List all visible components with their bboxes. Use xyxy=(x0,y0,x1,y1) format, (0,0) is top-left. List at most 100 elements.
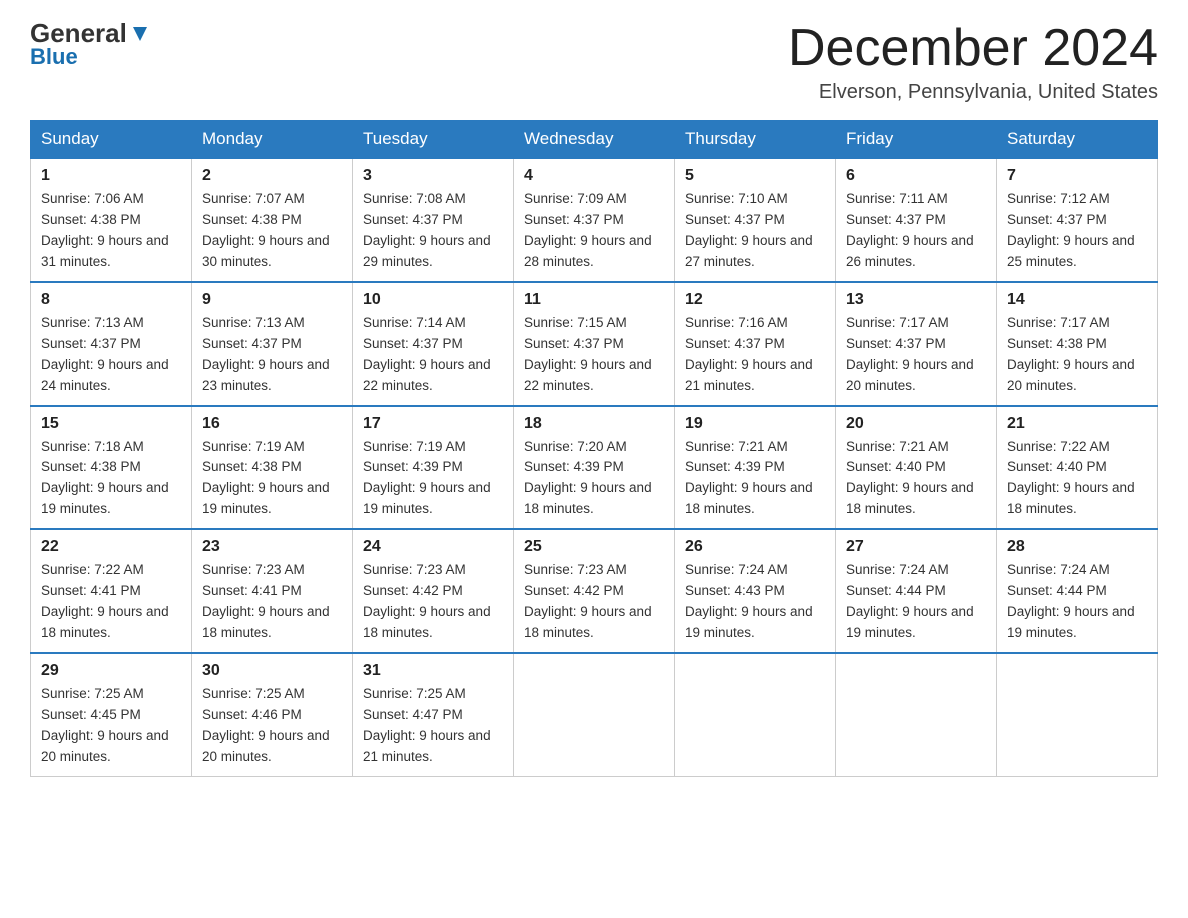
calendar-day-11: 11Sunrise: 7:15 AMSunset: 4:37 PMDayligh… xyxy=(514,282,675,406)
day-number: 18 xyxy=(524,415,664,433)
day-number: 27 xyxy=(846,538,986,556)
title-block: December 2024 Elverson, Pennsylvania, Un… xyxy=(788,20,1158,104)
day-info: Sunrise: 7:22 AMSunset: 4:41 PMDaylight:… xyxy=(41,560,181,644)
day-info: Sunrise: 7:09 AMSunset: 4:37 PMDaylight:… xyxy=(524,189,664,273)
day-number: 20 xyxy=(846,415,986,433)
day-number: 4 xyxy=(524,167,664,185)
calendar-day-17: 17 Sunrise: 7:19 AMSunset: 4:39 PMDayligh… xyxy=(353,406,514,530)
day-info: Sunrise: 7:19 AMSunset: 4:38 PMDaylight:… xyxy=(202,437,342,521)
calendar-day-22: 22 Sunrise: 7:22 AMSunset: 4:41 PMDayligh… xyxy=(31,529,192,653)
calendar-day-13: 13Sunrise: 7:17 AMSunset: 4:37 PMDayligh… xyxy=(836,282,997,406)
calendar-day-23: 23 Sunrise: 7:23 AMSunset: 4:41 PMDayligh… xyxy=(192,529,353,653)
weekday-header-monday: Monday xyxy=(192,121,353,159)
day-number: 2 xyxy=(202,167,342,185)
day-info: Sunrise: 7:25 AMSunset: 4:47 PMDaylight:… xyxy=(363,684,503,768)
day-number: 11 xyxy=(524,291,664,309)
day-number: 19 xyxy=(685,415,825,433)
calendar-day-6: 6 Sunrise: 7:11 AMSunset: 4:37 PMDaylight… xyxy=(836,158,997,282)
day-number: 30 xyxy=(202,662,342,680)
day-number: 7 xyxy=(1007,167,1147,185)
day-number: 31 xyxy=(363,662,503,680)
day-info: Sunrise: 7:23 AMSunset: 4:42 PMDaylight:… xyxy=(524,560,664,644)
day-number: 9 xyxy=(202,291,342,309)
day-number: 5 xyxy=(685,167,825,185)
calendar-day-5: 5 Sunrise: 7:10 AMSunset: 4:37 PMDaylight… xyxy=(675,158,836,282)
calendar-day-30: 30 Sunrise: 7:25 AMSunset: 4:46 PMDayligh… xyxy=(192,653,353,776)
day-info: Sunrise: 7:08 AMSunset: 4:37 PMDaylight:… xyxy=(363,189,503,273)
calendar-week-row: 8 Sunrise: 7:13 AMSunset: 4:37 PMDaylight… xyxy=(31,282,1158,406)
empty-cell xyxy=(836,653,997,776)
calendar-day-4: 4 Sunrise: 7:09 AMSunset: 4:37 PMDaylight… xyxy=(514,158,675,282)
calendar-day-3: 3 Sunrise: 7:08 AMSunset: 4:37 PMDaylight… xyxy=(353,158,514,282)
day-number: 23 xyxy=(202,538,342,556)
calendar-day-26: 26Sunrise: 7:24 AMSunset: 4:43 PMDayligh… xyxy=(675,529,836,653)
calendar-week-row: 1Sunrise: 7:06 AMSunset: 4:38 PMDaylight… xyxy=(31,158,1158,282)
day-info: Sunrise: 7:17 AMSunset: 4:38 PMDaylight:… xyxy=(1007,313,1147,397)
calendar-day-8: 8 Sunrise: 7:13 AMSunset: 4:37 PMDaylight… xyxy=(31,282,192,406)
calendar-day-31: 31 Sunrise: 7:25 AMSunset: 4:47 PMDayligh… xyxy=(353,653,514,776)
month-title: December 2024 xyxy=(788,20,1158,77)
calendar-day-18: 18 Sunrise: 7:20 AMSunset: 4:39 PMDayligh… xyxy=(514,406,675,530)
day-info: Sunrise: 7:07 AMSunset: 4:38 PMDaylight:… xyxy=(202,189,342,273)
calendar-day-16: 16 Sunrise: 7:19 AMSunset: 4:38 PMDayligh… xyxy=(192,406,353,530)
weekday-header-wednesday: Wednesday xyxy=(514,121,675,159)
empty-cell xyxy=(675,653,836,776)
day-info: Sunrise: 7:16 AMSunset: 4:37 PMDaylight:… xyxy=(685,313,825,397)
calendar-day-2: 2 Sunrise: 7:07 AMSunset: 4:38 PMDaylight… xyxy=(192,158,353,282)
day-number: 3 xyxy=(363,167,503,185)
day-info: Sunrise: 7:20 AMSunset: 4:39 PMDaylight:… xyxy=(524,437,664,521)
calendar-day-29: 29Sunrise: 7:25 AMSunset: 4:45 PMDayligh… xyxy=(31,653,192,776)
calendar-day-21: 21Sunrise: 7:22 AMSunset: 4:40 PMDayligh… xyxy=(997,406,1158,530)
logo-general: General xyxy=(30,20,127,46)
location: Elverson, Pennsylvania, United States xyxy=(788,81,1158,104)
day-info: Sunrise: 7:24 AMSunset: 4:44 PMDaylight:… xyxy=(1007,560,1147,644)
day-info: Sunrise: 7:25 AMSunset: 4:46 PMDaylight:… xyxy=(202,684,342,768)
day-info: Sunrise: 7:13 AMSunset: 4:37 PMDaylight:… xyxy=(41,313,181,397)
day-number: 13 xyxy=(846,291,986,309)
calendar-day-14: 14Sunrise: 7:17 AMSunset: 4:38 PMDayligh… xyxy=(997,282,1158,406)
day-info: Sunrise: 7:23 AMSunset: 4:41 PMDaylight:… xyxy=(202,560,342,644)
day-info: Sunrise: 7:10 AMSunset: 4:37 PMDaylight:… xyxy=(685,189,825,273)
empty-cell xyxy=(997,653,1158,776)
day-info: Sunrise: 7:21 AMSunset: 4:40 PMDaylight:… xyxy=(846,437,986,521)
day-number: 29 xyxy=(41,662,181,680)
day-number: 22 xyxy=(41,538,181,556)
weekday-header-thursday: Thursday xyxy=(675,121,836,159)
day-number: 25 xyxy=(524,538,664,556)
day-info: Sunrise: 7:18 AMSunset: 4:38 PMDaylight:… xyxy=(41,437,181,521)
calendar-day-15: 15 Sunrise: 7:18 AMSunset: 4:38 PMDayligh… xyxy=(31,406,192,530)
day-info: Sunrise: 7:12 AMSunset: 4:37 PMDaylight:… xyxy=(1007,189,1147,273)
calendar-day-20: 20 Sunrise: 7:21 AMSunset: 4:40 PMDayligh… xyxy=(836,406,997,530)
calendar-day-12: 12 Sunrise: 7:16 AMSunset: 4:37 PMDayligh… xyxy=(675,282,836,406)
weekday-header-tuesday: Tuesday xyxy=(353,121,514,159)
day-number: 15 xyxy=(41,415,181,433)
day-number: 28 xyxy=(1007,538,1147,556)
day-number: 16 xyxy=(202,415,342,433)
logo: General Blue xyxy=(30,20,151,70)
day-number: 17 xyxy=(363,415,503,433)
day-info: Sunrise: 7:19 AMSunset: 4:39 PMDaylight:… xyxy=(363,437,503,521)
day-info: Sunrise: 7:22 AMSunset: 4:40 PMDaylight:… xyxy=(1007,437,1147,521)
day-info: Sunrise: 7:21 AMSunset: 4:39 PMDaylight:… xyxy=(685,437,825,521)
day-info: Sunrise: 7:14 AMSunset: 4:37 PMDaylight:… xyxy=(363,313,503,397)
calendar-day-24: 24Sunrise: 7:23 AMSunset: 4:42 PMDayligh… xyxy=(353,529,514,653)
day-number: 6 xyxy=(846,167,986,185)
calendar-table: SundayMondayTuesdayWednesdayThursdayFrid… xyxy=(30,120,1158,776)
day-info: Sunrise: 7:13 AMSunset: 4:37 PMDaylight:… xyxy=(202,313,342,397)
day-info: Sunrise: 7:24 AMSunset: 4:43 PMDaylight:… xyxy=(685,560,825,644)
calendar-week-row: 15 Sunrise: 7:18 AMSunset: 4:38 PMDayligh… xyxy=(31,406,1158,530)
weekday-header-sunday: Sunday xyxy=(31,121,192,159)
day-number: 1 xyxy=(41,167,181,185)
calendar-header-row: SundayMondayTuesdayWednesdayThursdayFrid… xyxy=(31,121,1158,159)
day-number: 8 xyxy=(41,291,181,309)
calendar-week-row: 22 Sunrise: 7:22 AMSunset: 4:41 PMDayligh… xyxy=(31,529,1158,653)
page-header: General Blue December 2024 Elverson, Pen… xyxy=(30,20,1158,104)
day-number: 12 xyxy=(685,291,825,309)
day-info: Sunrise: 7:11 AMSunset: 4:37 PMDaylight:… xyxy=(846,189,986,273)
logo-arrow-icon xyxy=(129,23,151,45)
calendar-week-row: 29Sunrise: 7:25 AMSunset: 4:45 PMDayligh… xyxy=(31,653,1158,776)
calendar-day-27: 27Sunrise: 7:24 AMSunset: 4:44 PMDayligh… xyxy=(836,529,997,653)
calendar-day-10: 10Sunrise: 7:14 AMSunset: 4:37 PMDayligh… xyxy=(353,282,514,406)
weekday-header-saturday: Saturday xyxy=(997,121,1158,159)
logo-blue: Blue xyxy=(30,44,78,70)
